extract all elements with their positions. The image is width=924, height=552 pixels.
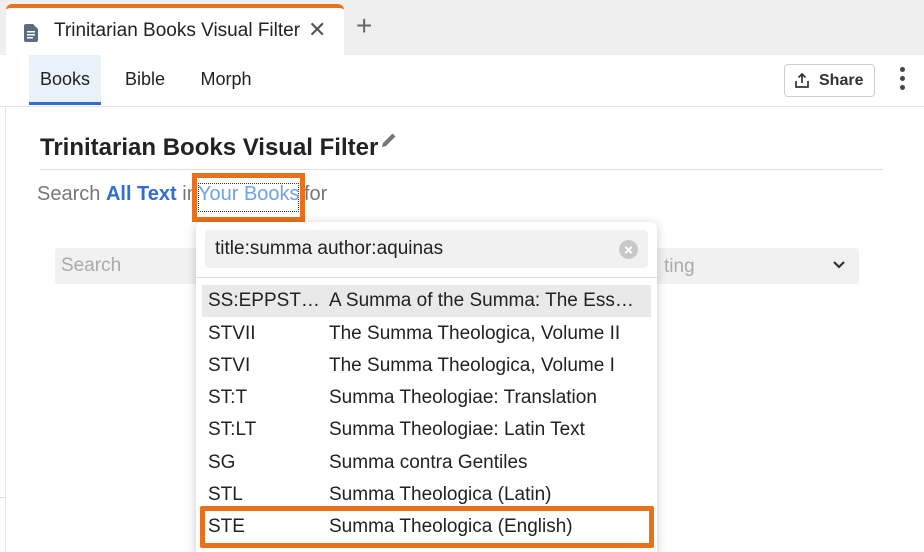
dropdown-divider bbox=[196, 277, 657, 278]
tab-morph[interactable]: Morph bbox=[190, 55, 262, 105]
clear-icon[interactable] bbox=[619, 240, 638, 259]
book-title: A Summa of the Summa: The Ess… bbox=[329, 290, 634, 311]
panel-toolbar: Books Bible Morph Share bbox=[0, 55, 924, 107]
search-input-background[interactable]: Search bbox=[55, 248, 197, 284]
sort-select[interactable]: ting bbox=[656, 248, 859, 284]
list-item[interactable]: SS:EPPST… A Summa of the Summa: The Ess… bbox=[202, 285, 651, 317]
search-prefix: Search bbox=[37, 183, 101, 205]
close-icon[interactable]: ✕ bbox=[308, 19, 326, 41]
all-text-link[interactable]: All Text bbox=[106, 183, 177, 205]
book-title: The Summa Theologica, Volume II bbox=[329, 323, 621, 344]
pencil-icon[interactable] bbox=[380, 131, 398, 149]
book-code: ST:T bbox=[208, 387, 248, 408]
plus-icon[interactable]: + bbox=[356, 12, 372, 40]
document-tab[interactable]: Trinitarian Books Visual Filter ✕ bbox=[6, 4, 344, 55]
list-item[interactable]: SG Summa contra Gentiles bbox=[202, 447, 651, 479]
chevron-down-icon bbox=[833, 261, 845, 269]
book-title: The Summa Theologica, Volume I bbox=[329, 355, 615, 376]
pane-border bbox=[5, 107, 6, 552]
tab-bible[interactable]: Bible bbox=[114, 55, 176, 105]
filter-input[interactable] bbox=[215, 236, 615, 262]
book-title: Summa Theologiae: Translation bbox=[329, 387, 597, 408]
share-label: Share bbox=[819, 72, 864, 89]
more-options-icon[interactable] bbox=[896, 67, 908, 95]
document-icon bbox=[24, 24, 38, 42]
book-code: ST:LT bbox=[208, 419, 257, 440]
pane-divider bbox=[0, 497, 6, 498]
book-code: SG bbox=[208, 452, 236, 473]
book-title: Summa Theologica (Latin) bbox=[329, 484, 552, 505]
tab-title: Trinitarian Books Visual Filter bbox=[54, 20, 301, 41]
share-icon bbox=[795, 72, 809, 88]
list-item[interactable]: STVI The Summa Theologica, Volume I bbox=[202, 350, 651, 382]
share-button[interactable]: Share bbox=[784, 64, 875, 97]
list-item[interactable]: ST:T Summa Theologiae: Translation bbox=[202, 382, 651, 414]
list-item[interactable]: ST:LT Summa Theologiae: Latin Text bbox=[202, 414, 651, 446]
tab-bar: Trinitarian Books Visual Filter ✕ + bbox=[0, 0, 924, 55]
book-title: Summa Theologiae: Latin Text bbox=[329, 419, 585, 440]
book-code: STVII bbox=[208, 323, 256, 344]
book-code: STVI bbox=[208, 355, 251, 376]
search-placeholder: Search bbox=[61, 255, 122, 276]
title-divider bbox=[40, 169, 883, 170]
sort-select-label: ting bbox=[664, 256, 695, 277]
book-title: Summa contra Gentiles bbox=[329, 452, 528, 473]
highlight-box-your-books bbox=[192, 173, 305, 222]
book-code: STL bbox=[208, 484, 243, 505]
collection-dropdown: SS:EPPST… A Summa of the Summa: The Ess…… bbox=[196, 222, 657, 552]
for-word: for bbox=[304, 183, 328, 205]
page-title: Trinitarian Books Visual Filter bbox=[40, 134, 379, 161]
list-item[interactable]: STVII The Summa Theologica, Volume II bbox=[202, 318, 651, 350]
tab-books[interactable]: Books bbox=[29, 55, 101, 105]
book-code: SS:EPPST… bbox=[208, 290, 320, 311]
highlight-box-ste bbox=[200, 506, 654, 548]
filter-field[interactable] bbox=[205, 230, 648, 268]
search-scope-line: Search All Text in bbox=[37, 183, 198, 206]
